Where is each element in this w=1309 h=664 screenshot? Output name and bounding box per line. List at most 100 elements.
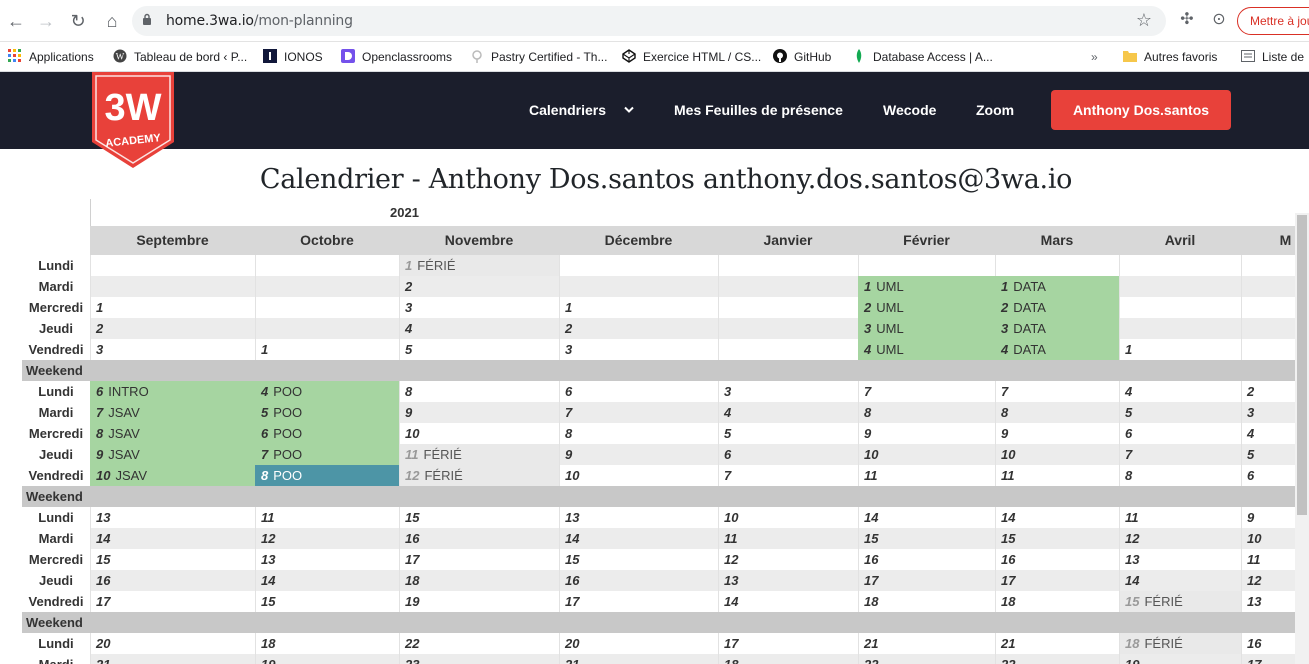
calendar-day-cell[interactable]: 15 bbox=[90, 549, 255, 570]
calendar-day-cell[interactable]: 11 bbox=[858, 465, 995, 486]
calendar-day-cell[interactable]: 17 bbox=[995, 570, 1119, 591]
calendar-day-cell[interactable]: 8 bbox=[995, 402, 1119, 423]
calendar-day-cell[interactable]: 9 bbox=[1241, 507, 1295, 528]
calendar-day-cell[interactable]: 15 bbox=[559, 549, 718, 570]
calendar-day-cell[interactable]: 3 bbox=[399, 297, 559, 318]
bookmark-ionos[interactable]: IONOS bbox=[263, 46, 323, 68]
calendar-day-cell[interactable]: 14 bbox=[1119, 570, 1241, 591]
calendar-day-cell[interactable]: 2 bbox=[399, 276, 559, 297]
calendar-day-cell[interactable]: 1 FÉRIÉ bbox=[399, 255, 559, 276]
calendar-day-cell[interactable]: 5 POO bbox=[255, 402, 399, 423]
calendar-day-cell[interactable]: 11 bbox=[995, 465, 1119, 486]
calendar-day-cell[interactable]: 9 bbox=[559, 444, 718, 465]
calendar-day-cell[interactable]: 16 bbox=[858, 549, 995, 570]
calendar-day-cell[interactable]: 20 bbox=[559, 633, 718, 654]
calendar-day-cell[interactable]: 6 bbox=[1241, 465, 1295, 486]
calendar-day-cell[interactable]: 11 FÉRIÉ bbox=[399, 444, 559, 465]
calendar-day-cell[interactable]: 8 POO bbox=[255, 465, 399, 486]
calendar-day-cell[interactable]: 3 bbox=[559, 339, 718, 360]
bookmark-autres-favoris[interactable]: Autres favoris bbox=[1123, 46, 1217, 68]
calendar-day-cell[interactable]: 19 bbox=[399, 591, 559, 612]
calendar-day-cell[interactable]: 6 INTRO bbox=[90, 381, 255, 402]
calendar-day-cell[interactable]: 10 bbox=[995, 444, 1119, 465]
calendar-day-cell[interactable]: 2 bbox=[559, 318, 718, 339]
user-account-button[interactable]: Anthony Dos.santos bbox=[1051, 90, 1231, 130]
calendar-day-cell[interactable]: 8 JSAV bbox=[90, 423, 255, 444]
calendar-day-cell[interactable]: 13 bbox=[718, 570, 858, 591]
calendar-day-cell[interactable]: 5 bbox=[1119, 402, 1241, 423]
calendar-day-cell[interactable]: 7 bbox=[718, 465, 858, 486]
calendar-day-cell[interactable]: 18 bbox=[718, 654, 858, 664]
more-bookmarks-chevron-icon[interactable]: » bbox=[1091, 46, 1098, 68]
calendar-day-cell[interactable]: 12 bbox=[718, 549, 858, 570]
extensions-puzzle-icon[interactable]: ✣ bbox=[1176, 9, 1198, 31]
calendar-day-cell[interactable]: 10 JSAV bbox=[90, 465, 255, 486]
calendar-day-cell[interactable]: 6 POO bbox=[255, 423, 399, 444]
calendar-day-cell[interactable]: 17 bbox=[559, 591, 718, 612]
calendar-day-cell[interactable]: 14 bbox=[90, 528, 255, 549]
calendar-day-cell[interactable]: 17 bbox=[718, 633, 858, 654]
calendar-day-cell[interactable]: 17 bbox=[1241, 654, 1295, 664]
calendar-day-cell[interactable]: 15 FÉRIÉ bbox=[1119, 591, 1241, 612]
calendar-day-cell[interactable]: 21 bbox=[858, 633, 995, 654]
calendar-day-cell[interactable]: 16 bbox=[1241, 633, 1295, 654]
calendar-day-cell[interactable]: 14 bbox=[559, 528, 718, 549]
calendar-day-cell[interactable]: 15 bbox=[858, 528, 995, 549]
calendar-day-cell[interactable]: 18 bbox=[858, 591, 995, 612]
scrollbar-thumb[interactable] bbox=[1297, 215, 1307, 515]
nav-wecode[interactable]: Wecode bbox=[883, 102, 936, 118]
calendar-day-cell[interactable]: 17 bbox=[90, 591, 255, 612]
calendar-day-cell[interactable]: 7 bbox=[995, 381, 1119, 402]
calendar-day-cell[interactable]: 13 bbox=[90, 507, 255, 528]
bookmark-applications[interactable]: Applications bbox=[8, 46, 94, 68]
calendar-day-cell[interactable]: 3 bbox=[718, 381, 858, 402]
calendar-day-cell[interactable]: 1 bbox=[255, 339, 399, 360]
vertical-scrollbar[interactable] bbox=[1295, 213, 1309, 664]
calendar-day-cell[interactable]: 23 bbox=[399, 654, 559, 664]
calendar-day-cell[interactable]: 21 bbox=[995, 633, 1119, 654]
calendar-day-cell[interactable]: 14 bbox=[995, 507, 1119, 528]
calendar-day-cell[interactable]: 3 DATA bbox=[995, 318, 1119, 339]
calendar-day-cell[interactable]: 3 UML bbox=[858, 318, 995, 339]
calendar-day-cell[interactable]: 14 bbox=[718, 591, 858, 612]
calendar-day-cell[interactable]: 16 bbox=[995, 549, 1119, 570]
calendar-day-cell[interactable]: 12 bbox=[1119, 528, 1241, 549]
calendar-day-cell[interactable]: 2 DATA bbox=[995, 297, 1119, 318]
calendar-day-cell[interactable]: 10 bbox=[1241, 528, 1295, 549]
calendar-day-cell[interactable]: 12 FÉRIÉ bbox=[399, 465, 559, 486]
calendar-day-cell[interactable]: 21 bbox=[90, 654, 255, 664]
calendar-day-cell[interactable]: 4 DATA bbox=[995, 339, 1119, 360]
home-icon[interactable]: ⌂ bbox=[100, 9, 124, 33]
forward-arrow-icon[interactable]: → bbox=[34, 9, 58, 33]
calendar-day-cell[interactable]: 9 bbox=[858, 423, 995, 444]
calendar-day-cell[interactable]: 8 bbox=[1119, 465, 1241, 486]
calendar-day-cell[interactable]: 4 bbox=[718, 402, 858, 423]
calendar-day-cell[interactable]: 2 bbox=[1241, 381, 1295, 402]
calendar-day-cell[interactable]: 18 bbox=[399, 570, 559, 591]
bookmark-reading-list[interactable]: Liste de bbox=[1241, 46, 1304, 68]
calendar-day-cell[interactable]: 1 DATA bbox=[995, 276, 1119, 297]
location-icon[interactable]: ⊙ bbox=[1208, 9, 1230, 31]
calendar-day-cell[interactable]: 12 bbox=[255, 528, 399, 549]
bookmark-pastry[interactable]: Pastry Certified - Th... bbox=[470, 46, 607, 68]
calendar-day-cell[interactable]: 4 bbox=[399, 318, 559, 339]
bookmark-tableau-de-bord[interactable]: W Tableau de bord ‹ P... bbox=[113, 46, 247, 68]
calendar-day-cell[interactable]: 17 bbox=[399, 549, 559, 570]
calendar-day-cell[interactable]: 22 bbox=[399, 633, 559, 654]
calendar-day-cell[interactable]: 11 bbox=[1119, 507, 1241, 528]
calendar-day-cell[interactable]: 18 bbox=[255, 633, 399, 654]
calendar-day-cell[interactable]: 16 bbox=[399, 528, 559, 549]
calendar-day-cell[interactable]: 16 bbox=[559, 570, 718, 591]
address-bar[interactable]: home.3wa.io/mon-planning ☆ bbox=[132, 6, 1166, 36]
calendar-day-cell[interactable]: 4 UML bbox=[858, 339, 995, 360]
calendar-day-cell[interactable]: 10 bbox=[858, 444, 995, 465]
calendar-day-cell[interactable]: 13 bbox=[559, 507, 718, 528]
calendar-day-cell[interactable]: 4 POO bbox=[255, 381, 399, 402]
calendar-day-cell[interactable]: 10 bbox=[718, 507, 858, 528]
calendar-day-cell[interactable]: 7 POO bbox=[255, 444, 399, 465]
calendar-day-cell[interactable]: 1 bbox=[559, 297, 718, 318]
calendar-day-cell[interactable]: 14 bbox=[255, 570, 399, 591]
calendar-day-cell[interactable]: 7 JSAV bbox=[90, 402, 255, 423]
back-arrow-icon[interactable]: ← bbox=[4, 9, 28, 33]
calendar-day-cell[interactable]: 22 bbox=[995, 654, 1119, 664]
